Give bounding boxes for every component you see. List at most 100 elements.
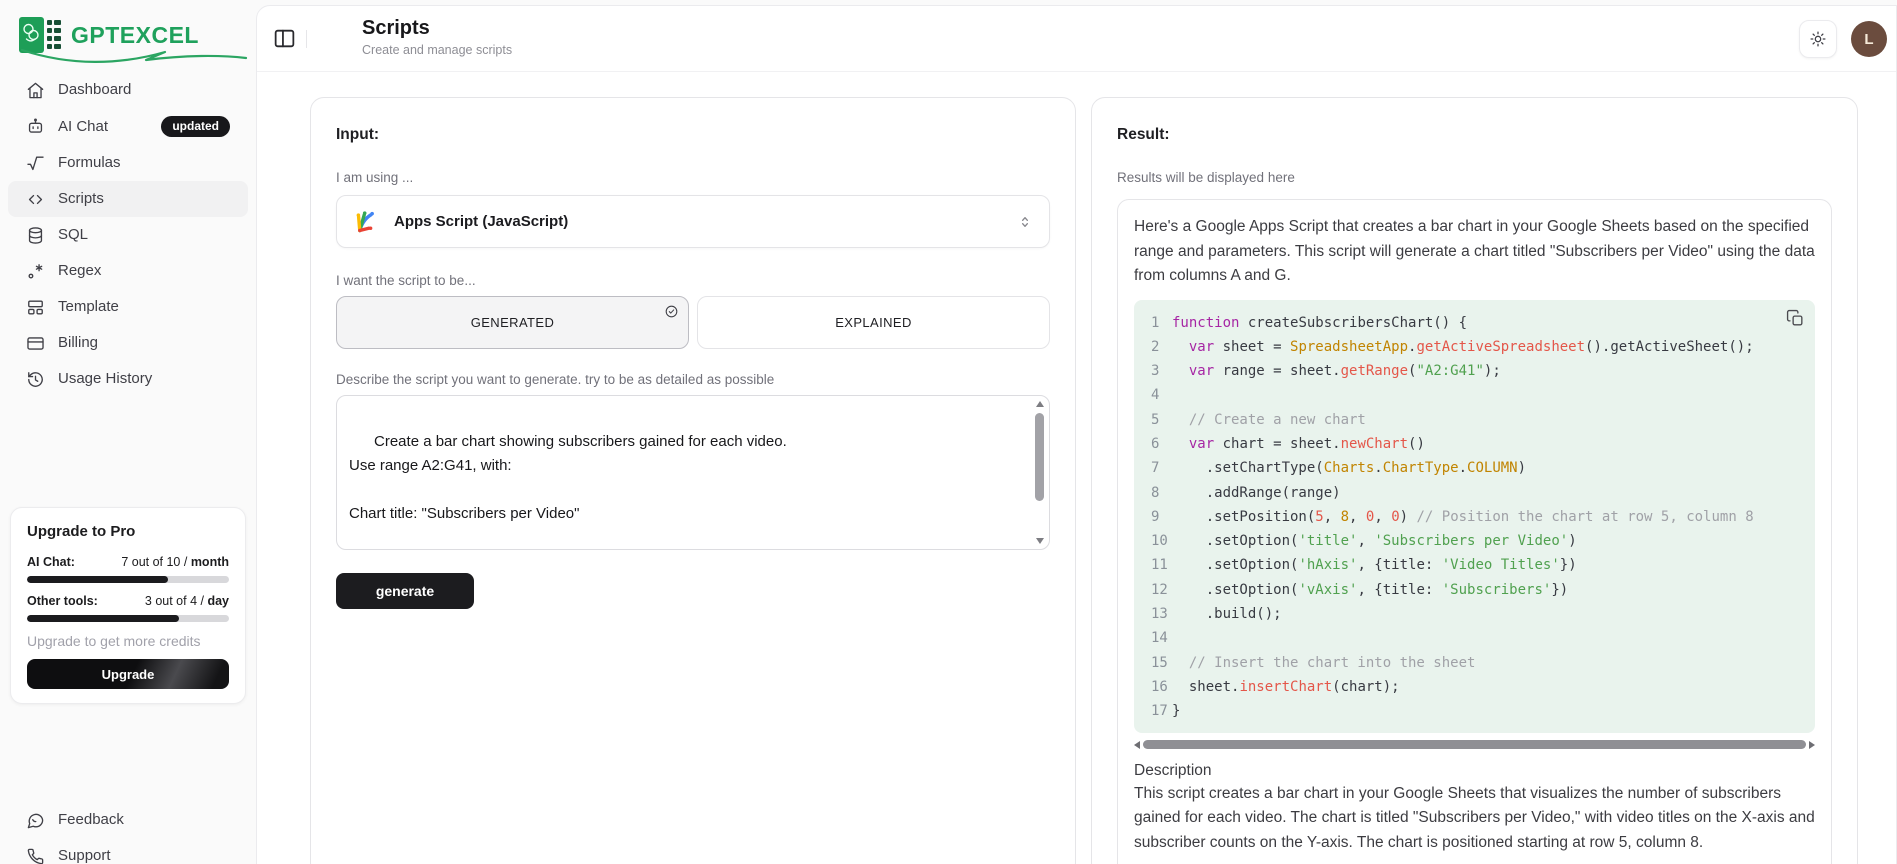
scroll-down-arrow-icon[interactable] (1036, 538, 1044, 544)
regex-icon (26, 262, 45, 281)
radical-icon (26, 154, 45, 173)
topbar: Scripts Create and manage scripts L (257, 6, 1896, 72)
textarea-scrollbar-thumb[interactable] (1035, 413, 1044, 501)
description-text: This script creates a bar chart in your … (1134, 782, 1815, 856)
generate-button[interactable]: generate (336, 573, 474, 609)
page-subtitle: Create and manage scripts (362, 43, 512, 57)
usage-progress-bar (27, 576, 229, 583)
panel-left-icon (272, 26, 297, 51)
database-icon (26, 226, 45, 245)
layout-icon (26, 298, 45, 317)
scroll-right-arrow-icon[interactable] (1809, 741, 1815, 749)
result-intro-text: Here's a Google Apps Script that creates… (1134, 215, 1815, 289)
description-textarea[interactable]: Create a bar chart showing subscribers g… (336, 395, 1050, 550)
describe-label: Describe the script you want to generate… (336, 372, 1050, 387)
code-line: 16 sheet.insertChart(chart); (1134, 675, 1815, 699)
credit-card-icon (26, 334, 45, 353)
usage-row: Other tools: 3 out of 4 / day (27, 594, 229, 608)
sidebar-item-formulas[interactable]: Formulas (8, 145, 248, 181)
code-line: 9 .setPosition(5, 8, 0, 0) // Position t… (1134, 505, 1815, 529)
sidebar-item-label: Dashboard (58, 80, 131, 100)
usage-progress-bar (27, 615, 229, 622)
bot-icon (26, 117, 45, 136)
user-avatar[interactable]: L (1851, 21, 1887, 57)
history-icon (26, 370, 45, 389)
code-line: 11 .setOption('hAxis', {title: 'Video Ti… (1134, 553, 1815, 577)
mode-button-explained[interactable]: EXPLAINED (697, 296, 1050, 349)
sidebar-item-label: Template (58, 297, 119, 317)
sidebar-item-support[interactable]: Support (8, 838, 248, 864)
scroll-up-arrow-icon[interactable] (1036, 401, 1044, 407)
using-label: I am using ... (336, 170, 1050, 185)
code-line: 13 .build(); (1134, 602, 1815, 626)
code-line: 10 .setOption('title', 'Subscribers per … (1134, 529, 1815, 553)
main-panel: Scripts Create and manage scripts L Inpu… (256, 5, 1897, 864)
code-line: 15 // Insert the chart into the sheet (1134, 651, 1815, 675)
code-lines: 1function createSubscribersChart() {2 va… (1134, 311, 1815, 724)
sidebar-item-sql[interactable]: SQL (8, 217, 248, 253)
code-line: 12 .setOption('vAxis', {title: 'Subscrib… (1134, 578, 1815, 602)
mode-label: I want the script to be... (336, 273, 1050, 288)
sidebar-item-regex[interactable]: Regex (8, 253, 248, 289)
result-placeholder: Results will be displayed here (1117, 170, 1832, 185)
sidebar-item-usage-history[interactable]: Usage History (8, 361, 248, 397)
code-line: 1function createSubscribersChart() { (1134, 311, 1815, 335)
code-horizontal-scrollbar (1134, 740, 1815, 749)
sidebar-item-label: SQL (58, 225, 88, 245)
code-line: 6 var chart = sheet.newChart() (1134, 432, 1815, 456)
code-line: 17} (1134, 699, 1815, 723)
updated-badge: updated (161, 116, 230, 137)
code-block: 1function createSubscribersChart() {2 va… (1134, 300, 1815, 733)
sidebar-item-label: Scripts (58, 189, 104, 209)
sidebar-item-label: Formulas (58, 153, 121, 173)
phone-icon (26, 847, 45, 864)
sidebar-item-label: Regex (58, 261, 101, 281)
sidebar-item-scripts[interactable]: Scripts (8, 181, 248, 217)
sidebar: GPTEXCEL DashboardAI ChatupdatedFormulas… (0, 0, 256, 864)
chevron-up-down-icon (1017, 214, 1033, 230)
theme-toggle-button[interactable] (1799, 20, 1837, 58)
input-panel: Input: I am using ... Apps Script (JavaS… (310, 97, 1076, 864)
logo-underline-swoosh (18, 45, 250, 67)
input-title: Input: (336, 126, 1050, 144)
upgrade-title: Upgrade to Pro (27, 523, 229, 540)
sidebar-toggle-button[interactable] (272, 26, 297, 51)
usage-value: 3 out of 4 / day (145, 594, 229, 608)
sidebar-item-label: Support (58, 846, 111, 864)
upgrade-button[interactable]: Upgrade (27, 659, 229, 689)
sidebar-item-feedback[interactable]: Feedback (8, 802, 248, 838)
code-scrollbar-thumb[interactable] (1143, 740, 1806, 749)
description-textarea-value: Create a bar chart showing subscribers g… (349, 433, 787, 550)
sidebar-item-ai-chat[interactable]: AI Chat updated (8, 108, 248, 145)
upgrade-usage-rows: AI Chat:7 out of 10 / month Other tools: 3… (27, 555, 229, 622)
usage-label: AI Chat: (27, 555, 75, 569)
header-divider (306, 30, 307, 48)
usage-row: AI Chat:7 out of 10 / month (27, 555, 229, 569)
upgrade-note: Upgrade to get more credits (27, 633, 229, 649)
code-icon (26, 190, 45, 209)
code-line: 14 (1134, 626, 1815, 650)
code-line: 5 // Create a new chart (1134, 408, 1815, 432)
sidebar-item-label: Feedback (58, 810, 124, 830)
code-line: 4 (1134, 383, 1815, 407)
home-icon (26, 81, 45, 100)
language-select[interactable]: Apps Script (JavaScript) (336, 195, 1050, 248)
code-line: 2 var sheet = SpreadsheetApp.getActiveSp… (1134, 335, 1815, 359)
sidebar-item-dashboard[interactable]: Dashboard (8, 72, 248, 108)
sidebar-item-label: AI Chat (58, 117, 108, 137)
mode-button-generated[interactable]: GENERATED (336, 296, 689, 349)
upgrade-card: Upgrade to Pro AI Chat:7 out of 10 / mon… (10, 507, 246, 704)
page-title-block: Scripts Create and manage scripts (362, 17, 512, 57)
result-title: Result: (1117, 126, 1832, 144)
sidebar-item-billing[interactable]: Billing (8, 325, 248, 361)
copy-icon[interactable] (1786, 309, 1805, 328)
description-title: Description (1134, 762, 1815, 780)
usage-label: Other tools: (27, 594, 98, 608)
scroll-left-arrow-icon[interactable] (1134, 741, 1140, 749)
apps-script-logo-icon (353, 208, 380, 235)
mode-toggle: GENERATEDEXPLAINED (336, 296, 1050, 349)
sidebar-item-label: Usage History (58, 369, 152, 389)
code-line: 3 var range = sheet.getRange("A2:G41"); (1134, 359, 1815, 383)
sidebar-item-template[interactable]: Template (8, 289, 248, 325)
language-select-value: Apps Script (JavaScript) (394, 213, 568, 230)
